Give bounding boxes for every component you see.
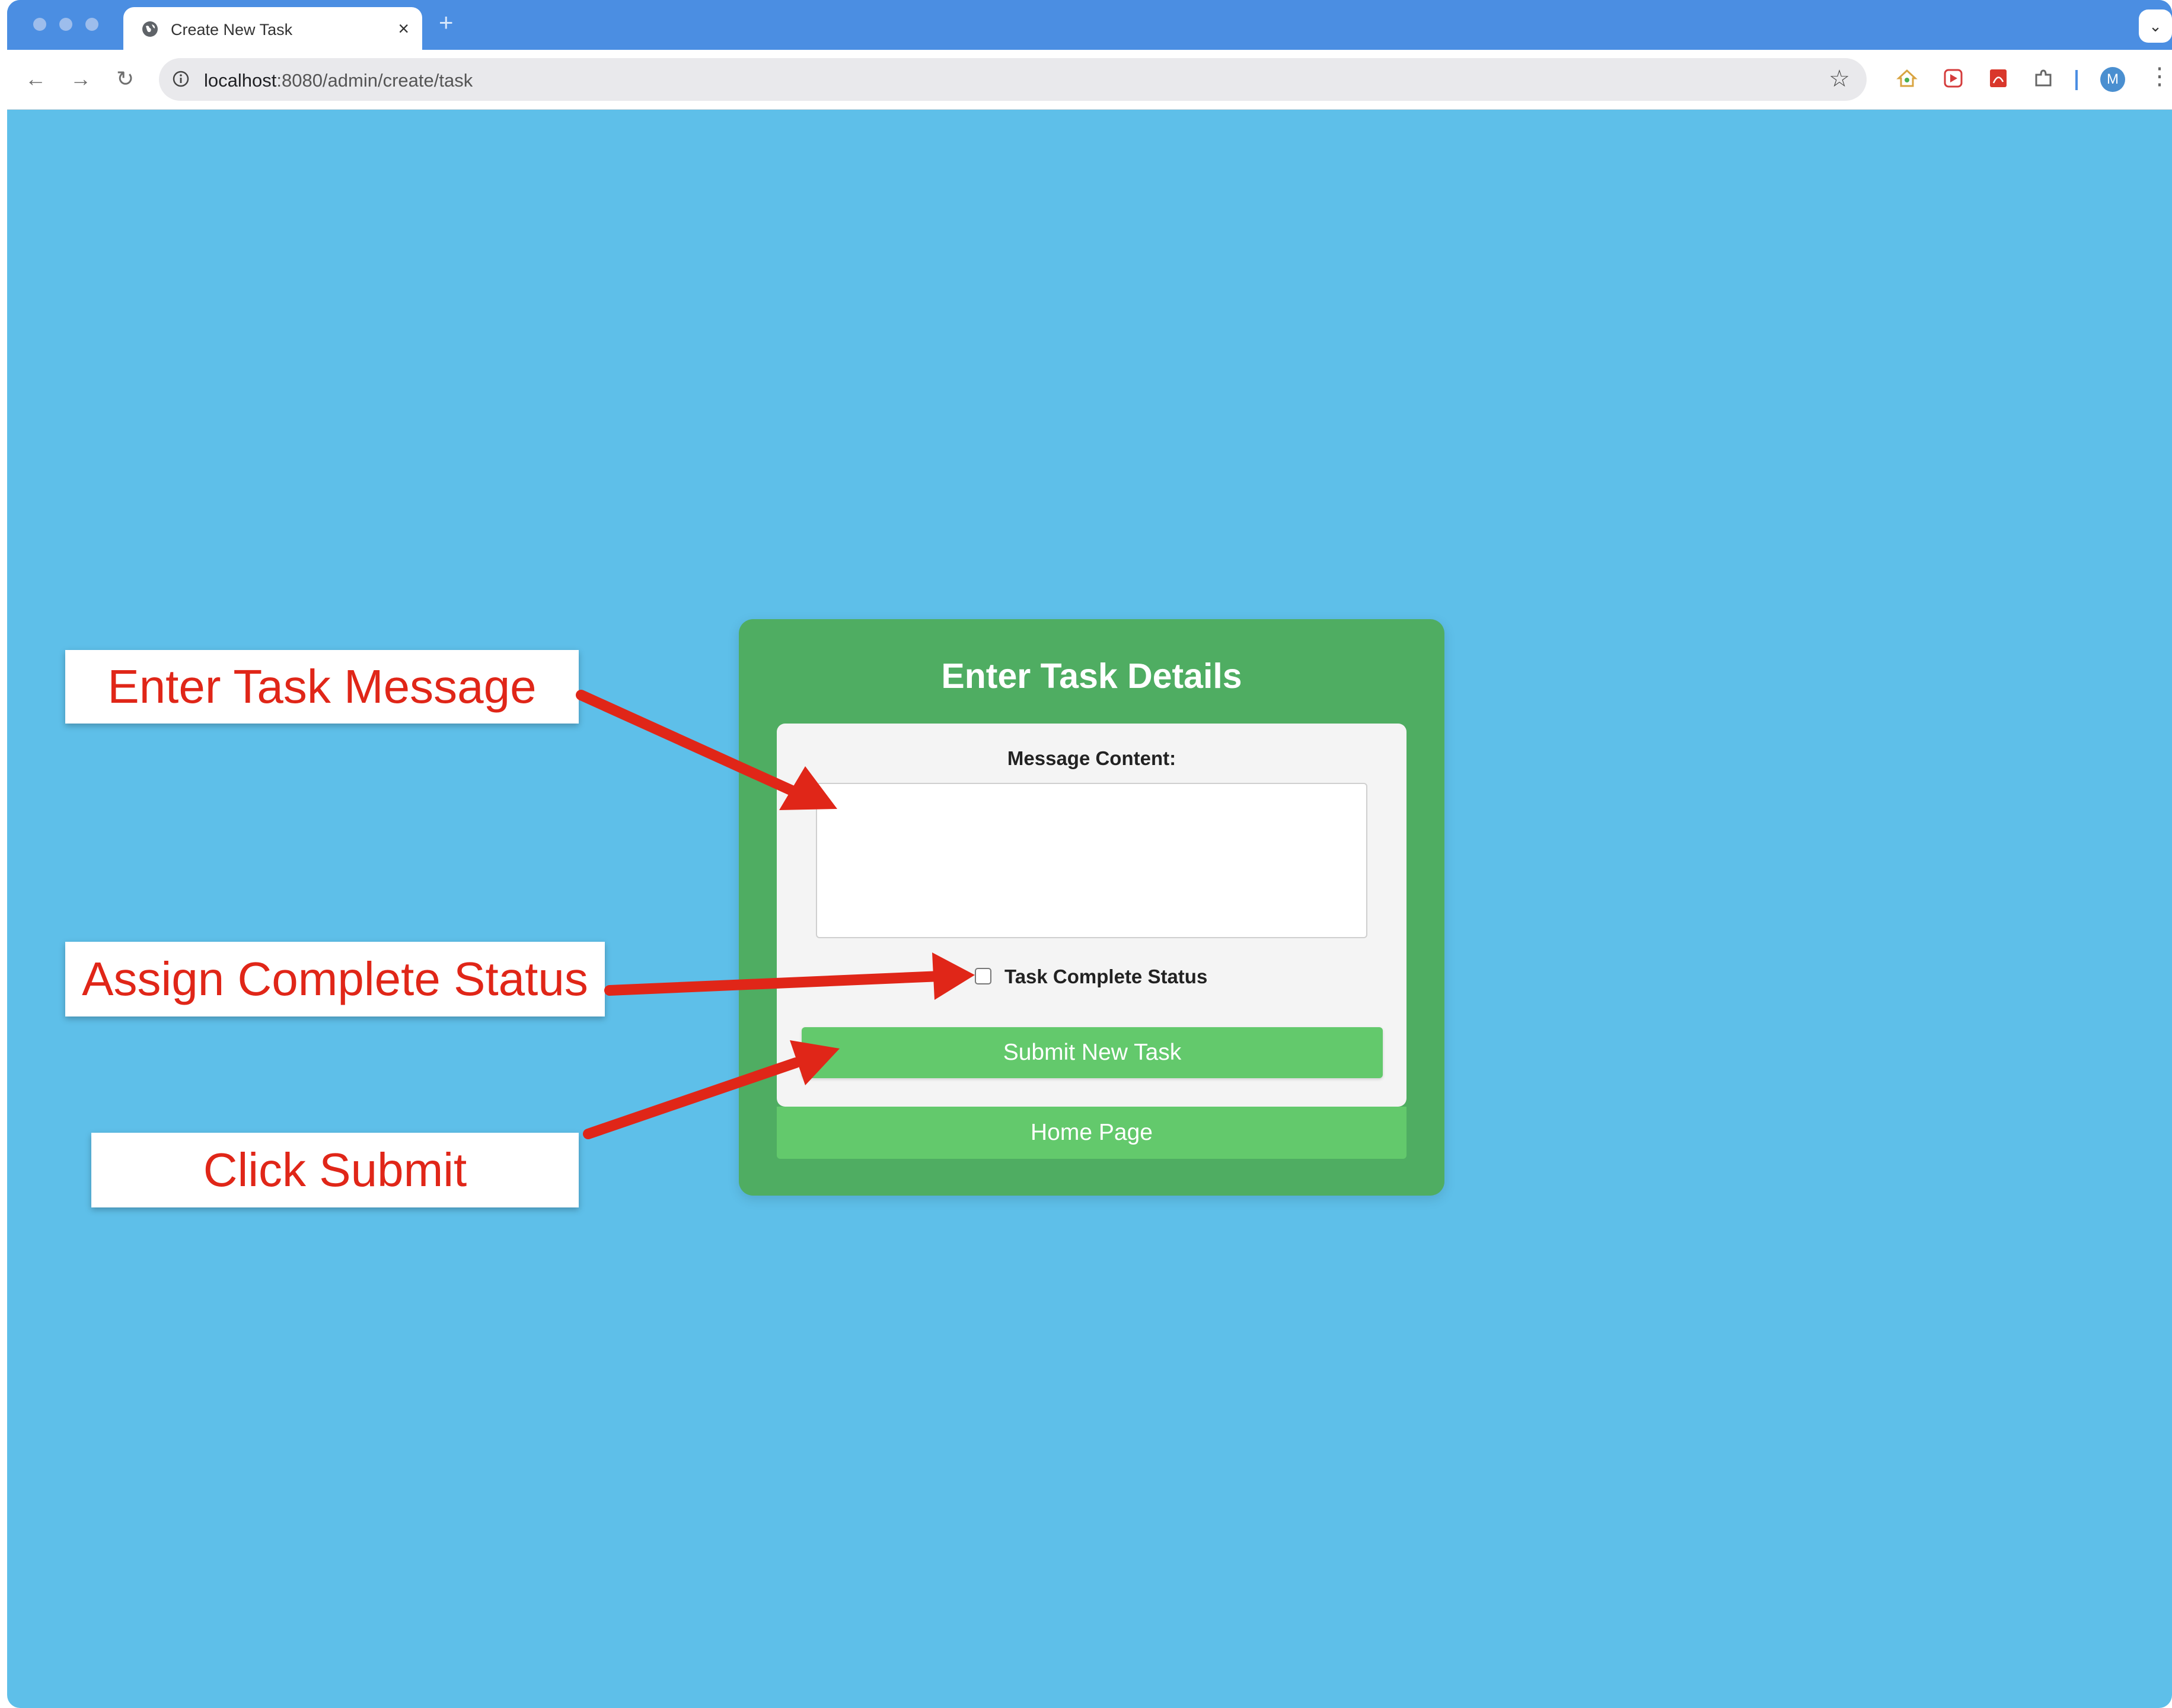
arrow-to-message	[576, 690, 801, 798]
arrowhead-checkbox	[932, 952, 975, 1000]
arrow-to-checkbox	[604, 971, 946, 996]
arrow-to-submit	[583, 1057, 801, 1139]
annotation-arrows	[576, 690, 975, 1139]
browser-window: Create New Task × + ⌄ ← → ↻ localhost:80…	[7, 0, 2172, 1708]
